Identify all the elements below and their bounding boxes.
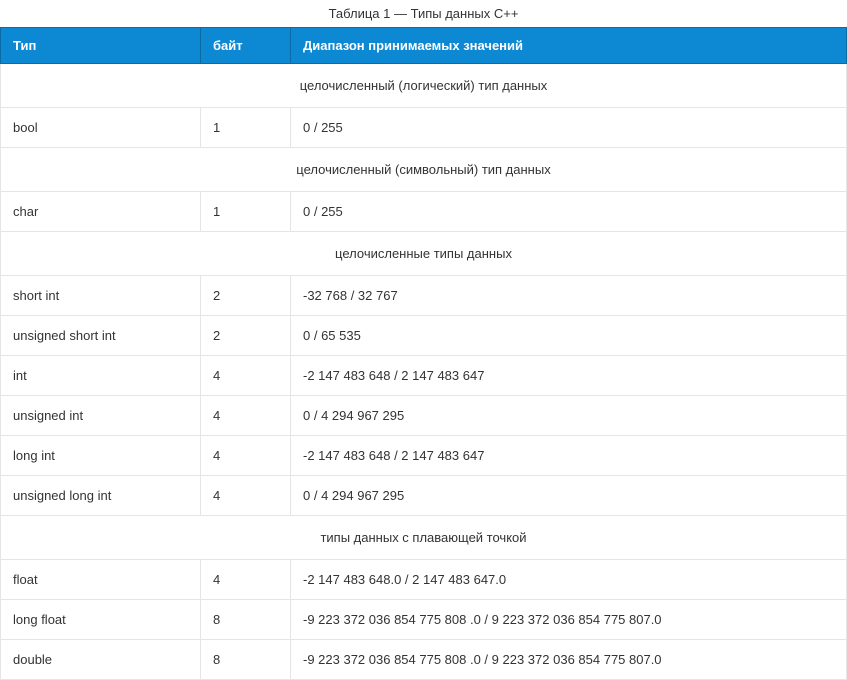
section-title: целочисленный (логический) тип данных — [1, 64, 847, 108]
table-row: double8-9 223 372 036 854 775 808 .0 / 9… — [1, 640, 847, 680]
cell-range: -2 147 483 648 / 2 147 483 647 — [291, 356, 847, 396]
cell-bytes: 1 — [201, 108, 291, 148]
cell-bytes: 4 — [201, 560, 291, 600]
cell-type: unsigned short int — [1, 316, 201, 356]
table-row: int4-2 147 483 648 / 2 147 483 647 — [1, 356, 847, 396]
cell-bytes: 2 — [201, 316, 291, 356]
table-row: unsigned long int40 / 4 294 967 295 — [1, 476, 847, 516]
cell-bytes: 4 — [201, 476, 291, 516]
cell-type: char — [1, 192, 201, 232]
cell-range: 0 / 4 294 967 295 — [291, 476, 847, 516]
cell-bytes: 2 — [201, 276, 291, 316]
cell-range: 0 / 255 — [291, 108, 847, 148]
cell-bytes: 4 — [201, 356, 291, 396]
section-title: целочисленные типы данных — [1, 232, 847, 276]
table-row: float4-2 147 483 648.0 / 2 147 483 647.0 — [1, 560, 847, 600]
cell-range: -32 768 / 32 767 — [291, 276, 847, 316]
cell-type: long float — [1, 600, 201, 640]
cell-bytes: 4 — [201, 436, 291, 476]
table-row: char10 / 255 — [1, 192, 847, 232]
cell-range: 0 / 255 — [291, 192, 847, 232]
cell-type: float — [1, 560, 201, 600]
cell-type: double — [1, 640, 201, 680]
cell-range: 0 / 4 294 967 295 — [291, 396, 847, 436]
table-row: long int4-2 147 483 648 / 2 147 483 647 — [1, 436, 847, 476]
cell-type: int — [1, 356, 201, 396]
cell-bytes: 8 — [201, 640, 291, 680]
cell-range: -9 223 372 036 854 775 808 .0 / 9 223 37… — [291, 600, 847, 640]
cell-range: -2 147 483 648.0 / 2 147 483 647.0 — [291, 560, 847, 600]
cell-bytes: 1 — [201, 192, 291, 232]
cell-range: -2 147 483 648 / 2 147 483 647 — [291, 436, 847, 476]
section-title: типы данных с плавающей точкой — [1, 516, 847, 560]
table-row: long float8-9 223 372 036 854 775 808 .0… — [1, 600, 847, 640]
table-caption: Таблица 1 — Типы данных С++ — [0, 0, 847, 27]
table-row: short int2-32 768 / 32 767 — [1, 276, 847, 316]
table-row: unsigned int40 / 4 294 967 295 — [1, 396, 847, 436]
data-types-table: Тип байт Диапазон принимаемых значений ц… — [0, 27, 847, 680]
table-row: unsigned short int20 / 65 535 — [1, 316, 847, 356]
cell-type: bool — [1, 108, 201, 148]
header-range: Диапазон принимаемых значений — [291, 28, 847, 64]
table-row: bool10 / 255 — [1, 108, 847, 148]
section-title: целочисленный (символьный) тип данных — [1, 148, 847, 192]
cell-type: unsigned long int — [1, 476, 201, 516]
cell-type: unsigned int — [1, 396, 201, 436]
header-type: Тип — [1, 28, 201, 64]
cell-range: 0 / 65 535 — [291, 316, 847, 356]
header-bytes: байт — [201, 28, 291, 64]
cell-bytes: 8 — [201, 600, 291, 640]
cell-type: long int — [1, 436, 201, 476]
cell-type: short int — [1, 276, 201, 316]
cell-range: -9 223 372 036 854 775 808 .0 / 9 223 37… — [291, 640, 847, 680]
cell-bytes: 4 — [201, 396, 291, 436]
